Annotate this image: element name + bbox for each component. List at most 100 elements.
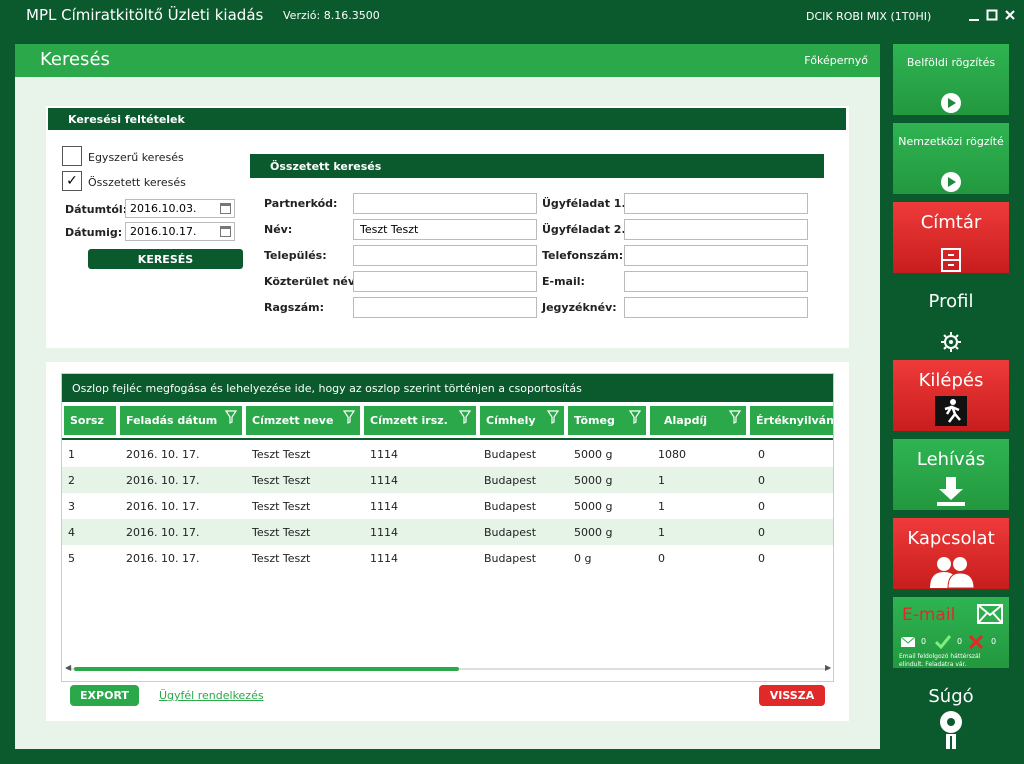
- tile-label: Súgó: [928, 686, 974, 707]
- cell-date: 2016. 10. 17.: [126, 448, 200, 461]
- cell-declared-value: 0: [758, 526, 765, 539]
- tile-help[interactable]: Súgó: [893, 676, 1009, 749]
- cell-address: Budapest: [484, 448, 537, 461]
- cell-weight: 5000 g: [574, 448, 613, 461]
- street-input[interactable]: [353, 271, 537, 292]
- cell-zip: 1114: [370, 500, 398, 513]
- column-header-address[interactable]: Címhely: [480, 406, 564, 435]
- column-header-declared-value[interactable]: Értéknyilvání: [750, 406, 833, 435]
- client-data1-input[interactable]: [624, 193, 808, 214]
- tile-profile[interactable]: Profil: [893, 281, 1009, 352]
- cell-base-fee: 1: [658, 474, 665, 487]
- list-name-input[interactable]: [624, 297, 808, 318]
- table-row[interactable]: 2 2016. 10. 17. Teszt Teszt 1114 Budapest 500…: [62, 467, 833, 493]
- cell-address: Budapest: [484, 474, 537, 487]
- search-button[interactable]: KERESÉS: [88, 249, 243, 269]
- tile-international-entry[interactable]: Nemzetközi rögzíté: [893, 123, 1009, 194]
- cell-address: Budapest: [484, 526, 537, 539]
- filter-icon[interactable]: [343, 410, 355, 424]
- tile-domestic-entry[interactable]: Belföldi rögzítés: [893, 44, 1009, 115]
- error-x-icon: [969, 635, 983, 649]
- title-bar: MPL Címiratkitöltő Üzleti kiadás Verzió:…: [0, 0, 1024, 34]
- filter-icon[interactable]: [225, 410, 237, 424]
- cell-declared-value: 0: [758, 552, 765, 565]
- cell-address: Budapest: [484, 552, 537, 565]
- gear-icon: [941, 332, 961, 352]
- play-icon: [941, 172, 961, 192]
- cell-base-fee: 1: [658, 526, 665, 539]
- cell-address: Budapest: [484, 500, 537, 513]
- cell-base-fee: 1080: [658, 448, 686, 461]
- calendar-icon[interactable]: [220, 226, 231, 237]
- tile-logout[interactable]: Kilépés: [893, 360, 1009, 431]
- filter-icon[interactable]: [459, 410, 471, 424]
- cell-recipient-name: Teszt Teszt: [252, 448, 311, 461]
- column-header-zip[interactable]: Címzett irsz.: [364, 406, 476, 435]
- cell-declared-value: 0: [758, 448, 765, 461]
- filter-icon[interactable]: [547, 410, 559, 424]
- street-label: Közterület név:: [264, 275, 360, 288]
- tag-number-input[interactable]: [353, 297, 537, 318]
- simple-search-checkbox[interactable]: [62, 146, 82, 166]
- date-from-input[interactable]: 2016.10.03.: [125, 199, 235, 218]
- complex-search-checkbox[interactable]: ✓: [62, 171, 82, 191]
- app-version: Verzió: 8.16.3500: [283, 9, 380, 22]
- back-button[interactable]: VISSZA: [759, 685, 825, 706]
- date-to-input[interactable]: 2016.10.17.: [125, 222, 235, 241]
- close-button[interactable]: [1003, 8, 1017, 24]
- list-name-label: Jegyzéknév:: [542, 301, 617, 314]
- calendar-icon[interactable]: [220, 203, 231, 214]
- client-data2-input[interactable]: [624, 219, 808, 240]
- maximize-button[interactable]: [985, 8, 999, 24]
- cell-weight: 5000 g: [574, 474, 613, 487]
- table-row[interactable]: 1 2016. 10. 17. Teszt Teszt 1114 Budapest 500…: [62, 441, 833, 467]
- tile-label: Címtár: [920, 212, 982, 233]
- main-panel: Keresés Főképernyő Keresési feltételek E…: [15, 44, 880, 749]
- phone-input[interactable]: [624, 245, 808, 266]
- filter-icon[interactable]: [629, 410, 641, 424]
- home-link[interactable]: Főképernyő: [804, 54, 868, 67]
- ok-count: 0: [957, 637, 963, 646]
- horizontal-scrollbar[interactable]: [74, 667, 459, 671]
- tile-email[interactable]: E-mail 0 0 0 Email feldolgozó háttérszál…: [893, 597, 1009, 668]
- close-icon: [1005, 10, 1015, 20]
- client-disposal-link[interactable]: Ügyfél rendelkezés: [159, 689, 264, 702]
- tile-directory[interactable]: Címtár: [893, 202, 1009, 273]
- city-input[interactable]: [353, 245, 537, 266]
- cell-recipient-name: Teszt Teszt: [252, 474, 311, 487]
- tile-contact[interactable]: Kapcsolat: [893, 518, 1009, 589]
- tile-label: Nemzetközi rögzíté: [898, 135, 1004, 148]
- column-header-weight[interactable]: Tömeg: [568, 406, 646, 435]
- name-label: Név:: [264, 223, 293, 236]
- email-input[interactable]: [624, 271, 808, 292]
- download-icon: [937, 477, 965, 506]
- minimize-button[interactable]: [967, 8, 981, 24]
- scroll-right-icon[interactable]: ▶: [825, 663, 831, 672]
- column-header-recipient-name[interactable]: Címzett neve: [246, 406, 360, 435]
- partner-code-input[interactable]: [353, 193, 537, 214]
- group-by-area[interactable]: Oszlop fejléc megfogása és lehelyezése i…: [62, 374, 833, 402]
- table-row[interactable]: 5 2016. 10. 17. Teszt Teszt 1114 Budapest 0 g…: [62, 545, 833, 571]
- email-status-note: Email feldolgozó háttérszál elindult. Fe…: [899, 653, 981, 668]
- table-row[interactable]: 3 2016. 10. 17. Teszt Teszt 1114 Budapest 500…: [62, 493, 833, 519]
- tile-label: Profil: [928, 291, 974, 312]
- table-row[interactable]: 4 2016. 10. 17. Teszt Teszt 1114 Budapest 500…: [62, 519, 833, 545]
- column-header-base-fee[interactable]: Alapdíj: [650, 406, 746, 435]
- column-header-date[interactable]: Feladás dátum: [120, 406, 242, 435]
- cell-base-fee: 1: [658, 500, 665, 513]
- cell-declared-value: 0: [758, 474, 765, 487]
- column-header-serial[interactable]: Sorsz: [64, 406, 116, 435]
- tile-download[interactable]: Lehívás: [893, 439, 1009, 510]
- cell-date: 2016. 10. 17.: [126, 500, 200, 513]
- envelope-icon: [977, 604, 1003, 624]
- cell-base-fee: 0: [658, 552, 665, 565]
- date-from-label: Dátumtól:: [65, 203, 128, 216]
- filter-icon[interactable]: [729, 410, 741, 424]
- cell-recipient-name: Teszt Teszt: [252, 552, 311, 565]
- results-card: Oszlop fejléc megfogása és lehelyezése i…: [46, 362, 849, 721]
- client-data2-label: Ügyféladat 2.:: [542, 223, 631, 236]
- name-input[interactable]: [353, 219, 537, 240]
- scroll-left-icon[interactable]: ◀: [65, 663, 71, 672]
- export-button[interactable]: EXPORT: [70, 685, 139, 706]
- simple-search-label: Egyszerű keresés: [88, 151, 184, 164]
